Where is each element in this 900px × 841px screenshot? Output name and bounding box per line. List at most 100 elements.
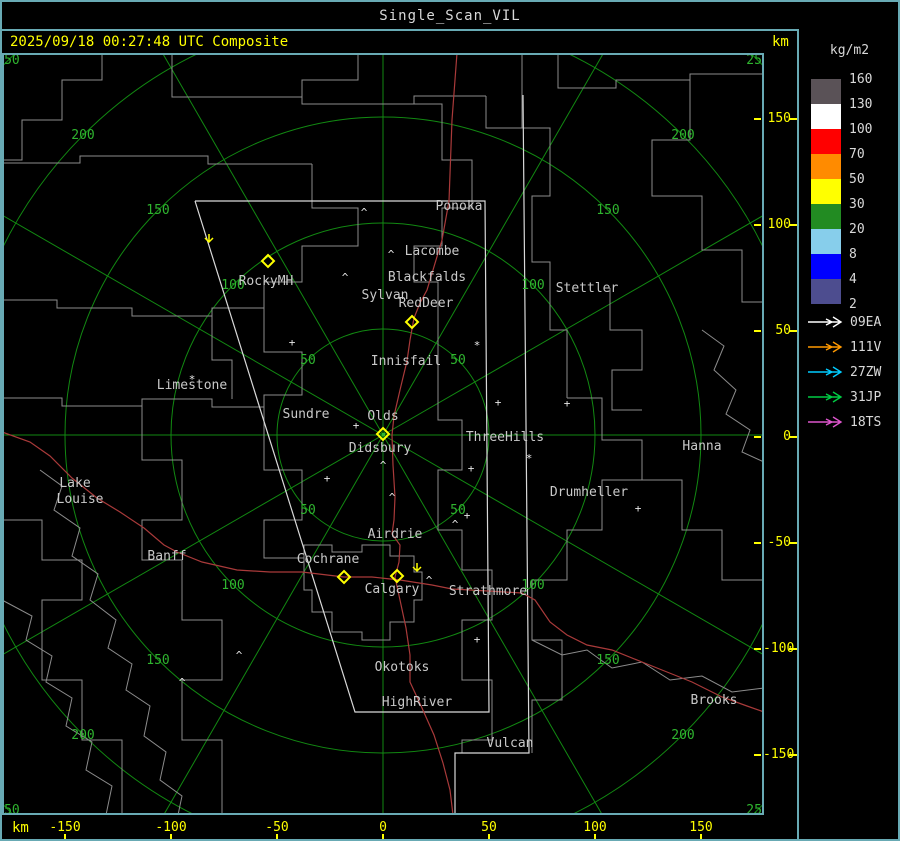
bottom-axis-label: -150 [49,820,81,835]
highway-line [371,576,764,713]
legend-unit-label: kg/m2 [829,43,870,58]
right-axis-tick [754,330,761,332]
bottom-axis-label: -50 [265,820,289,835]
arrow-glyph [808,416,843,428]
legend-panel: kg/m2 160 130 100 70 50 30 20 8 4 2 09EA 111V 27ZW 3… [797,29,898,839]
ring-range-label: 100 [521,278,544,293]
county-boundary [39,469,183,815]
legend-value-label: 8 [849,247,857,262]
ring-range-label: 200 [71,128,94,143]
town-marker-plus: + [635,502,642,515]
county-boundary [141,406,223,815]
legend-color-box [811,179,841,204]
city-label: RockyMH [239,274,294,289]
legend-value-label: 4 [849,272,857,287]
city-label: Lacombe [405,244,460,259]
city-label: Limestone [157,378,228,393]
ring-range-label: 50 [450,353,466,368]
ring-range-label: 200 [71,728,94,743]
legend-site-row: 18TS [807,415,881,430]
town-marker-plus: + [324,472,331,485]
right-axis-tick [754,648,761,650]
ring-range-label: 200 [671,728,694,743]
title-bar: Single_Scan_VIL [2,2,898,31]
county-boundary [171,53,486,105]
right-axis-tick [754,436,761,438]
bottom-axis-tick [276,834,278,839]
town-marker-caret: ^ [452,518,459,531]
right-axis-label: 150 [767,111,791,126]
city-label: Hanna [682,439,721,454]
right-axis-tick [789,436,797,438]
city-label: Lake [59,476,90,491]
legend-site-row: 09EA [807,315,881,330]
ring-range-label: 150 [146,203,169,218]
town-marker-plus: + [353,419,360,432]
county-boundary [2,155,312,165]
city-label: Ponoka [436,199,483,214]
bottom-axis-tick [382,834,384,839]
arrow-glyph [808,391,843,403]
radial-line [382,434,603,815]
city-label: Didsbury [349,441,412,456]
legend-color-box [811,279,841,304]
site-id-label: 111V [850,339,882,355]
site-id-label: 27ZW [850,364,882,380]
right-axis-label: 0 [783,429,791,444]
town-marker-caret: ^ [179,676,186,689]
legend-site-row: 31JP [807,389,882,405]
right-axis-label: 50 [775,323,791,338]
county-boundary [2,519,123,815]
town-marker-plus: + [474,633,481,646]
legend-value-label: 20 [849,222,865,237]
ring-range-label: 50 [300,503,316,518]
county-boundary [522,127,568,398]
bottom-axis-label: 100 [583,820,607,835]
bottom-axis-tick [488,834,490,839]
town-marker-plus: + [495,396,502,409]
county-boundary [301,53,359,97]
radar-map: 50 5050 50100 100100 100150 150150 150200 20020… [2,53,764,815]
county-boundary [642,479,764,581]
ring-range-label: 150 [596,653,619,668]
town-marker-caret: ^ [236,649,243,662]
legend-value-label: 130 [849,97,873,112]
city-label: Innisfail [371,354,441,369]
right-axis-label: -100 [763,641,795,656]
bottom-axis-label: -100 [155,820,187,835]
town-marker-caret: ^ [388,248,395,261]
legend-scale [811,79,841,304]
legend-color-box [811,254,841,279]
ring-range-label: 50 [300,353,316,368]
27zw-arrow-icon [808,366,843,378]
right-axis-label: 100 [767,217,791,232]
bottom-axis-tick [700,834,702,839]
legend-value-label: 160 [849,72,873,87]
county-boundary [531,639,764,693]
right-axis-tick [789,648,797,650]
legend-value-label: 50 [849,172,865,187]
legend-color-box [811,154,841,179]
ring-range-label: 100 [221,578,244,593]
right-axis-tick [789,118,797,120]
city-label: Drumheller [550,485,628,500]
town-marker-caret: ^ [426,574,433,587]
town-marker-plus: + [564,397,571,410]
town-marker-plus: + [464,509,471,522]
bottom-axis-label: 0 [379,820,387,835]
town-marker-plus: + [289,336,296,349]
town-marker-caret: ^ [389,491,396,504]
right-axis-tick [754,224,761,226]
legend-value-label: 70 [849,147,865,162]
city-label: Sundre [283,407,330,422]
city-label: Banff [147,549,186,564]
city-label: Stettler [556,281,619,296]
18ts-arrow-icon [808,416,843,428]
09ea-arrow-icon [808,316,843,328]
right-axis-tick [789,330,797,332]
site-id-label: 31JP [850,389,882,405]
city-label: Louise [57,492,104,507]
bottom-axis-tick [170,834,172,839]
county-boundary [651,80,764,303]
county-boundary [2,397,264,408]
